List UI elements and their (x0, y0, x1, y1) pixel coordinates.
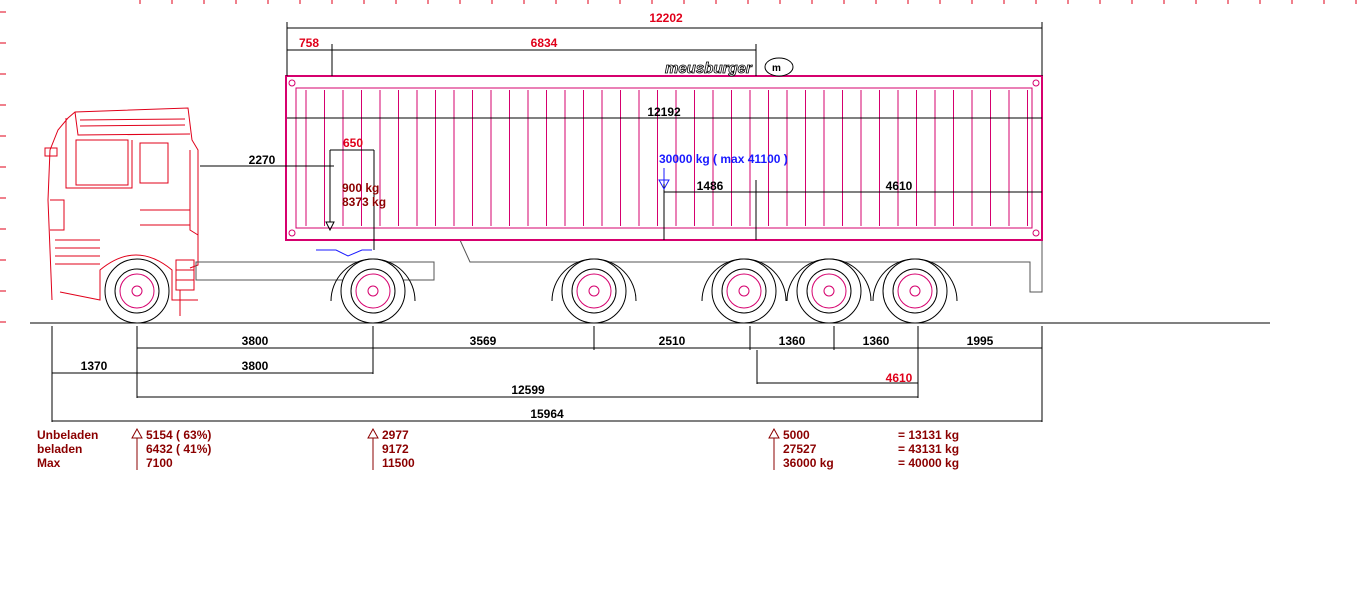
trailer-axle-arrow-icon (768, 427, 780, 439)
dim-row1-2: 3569 (470, 334, 497, 348)
wheel-6 (872, 258, 958, 324)
weight-label-empty: Unbeladen (37, 428, 98, 442)
truck-trailer-diagram: 12202 758 6834 12192 2270 650 900 kg 837… (0, 0, 1357, 470)
kingpin-load-full: 8373 kg (342, 195, 386, 209)
trailer-axles-loaded: 27527 (783, 442, 817, 456)
front-axle-max: 7100 (146, 456, 173, 470)
wheel-4 (701, 258, 787, 324)
kingpin-load-empty: 900 kg (342, 181, 379, 195)
wheel-5 (786, 258, 872, 324)
total-empty: = 13131 kg (898, 428, 959, 442)
ruler-left (0, 11, 6, 323)
dim-container-length: 12192 (647, 105, 681, 119)
drive-axle-empty: 2977 (382, 428, 409, 442)
wheel-3 (551, 258, 637, 324)
dim-front-overhang: 1370 (81, 359, 108, 373)
weight-table: Unbeladen beladen Max 5154 ( 63%) 6432 (… (37, 427, 959, 470)
dim-row1-3: 2510 (659, 334, 686, 348)
dim-row1-5: 1360 (863, 334, 890, 348)
drive-axle-loaded: 9172 (382, 442, 409, 456)
trailer-axles-empty: 5000 (783, 428, 810, 442)
dim-row1-6: 1995 (967, 334, 994, 348)
meusburger-logo: meusburger m (665, 57, 794, 77)
front-axle-empty: 5154 ( 63%) (146, 428, 211, 442)
dim-front-offset: 758 (299, 36, 319, 50)
svg-text:m: m (772, 63, 781, 74)
dim-cog-to-axle: 1486 (697, 179, 724, 193)
dim-wheelbase2: 3800 (242, 359, 269, 373)
dim-axle-group-cog: 4610 (886, 371, 913, 385)
wheel-2 (330, 258, 416, 324)
dim-row1-4: 1360 (779, 334, 806, 348)
total-loaded: = 43131 kg (898, 442, 959, 456)
wheels (104, 258, 958, 324)
front-axle-arrow-icon (131, 427, 143, 439)
total-max: = 40000 kg (898, 456, 959, 470)
dim-container-offset: 6834 (531, 36, 558, 50)
svg-text:meusburger: meusburger (665, 60, 753, 77)
ruler-top (139, 0, 1357, 4)
front-axle-loaded: 6432 ( 41%) (146, 442, 211, 456)
drive-axle-max: 11500 (382, 456, 415, 470)
wheel-1 (104, 258, 170, 324)
weight-label-loaded: beladen (37, 442, 82, 456)
dim-kingpin-to-axles: 12599 (511, 383, 545, 397)
drive-axle-arrow-icon (367, 427, 379, 439)
dim-kingpin-offset: 650 (343, 136, 363, 150)
dim-cog-rear: 4610 (886, 179, 913, 193)
trailer-axles-max: 36000 kg (783, 456, 834, 470)
weight-label-max: Max (37, 456, 61, 470)
dim-total-length-top: 12202 (649, 11, 683, 25)
payload-label: 30000 kg ( max 41100 ) (659, 152, 788, 166)
dim-kingpin-height: 2270 (249, 153, 276, 167)
dim-total-length: 15964 (530, 407, 564, 421)
dim-row1-1: 3800 (242, 334, 269, 348)
